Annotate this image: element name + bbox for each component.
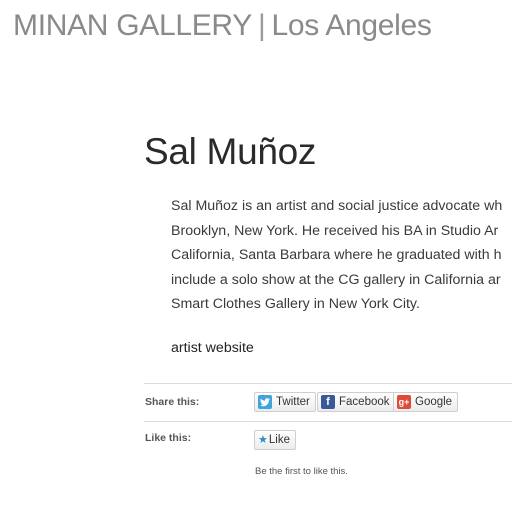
google-plus-icon: g+ — [397, 395, 411, 409]
twitter-icon — [258, 395, 272, 409]
gallery-name[interactable]: MINAN GALLERY — [13, 9, 252, 42]
bio-line: include a solo show at the CG gallery in… — [171, 271, 501, 288]
page-title: Sal Muñoz — [144, 131, 317, 172]
like-button[interactable]: ★ Like — [254, 430, 296, 450]
artist-bio: Sal Muñoz is an artist and social justic… — [171, 194, 512, 317]
gallery-location: Los Angeles — [271, 9, 432, 42]
facebook-icon: f — [321, 395, 335, 409]
share-label: Share this: — [145, 396, 200, 408]
bio-line: Smart Clothes Gallery in New York City. — [171, 296, 420, 312]
divider — [144, 421, 512, 422]
star-icon: ★ — [258, 434, 268, 446]
first-to-like-text: Be the first to like this. — [255, 466, 348, 477]
twitter-share-button[interactable]: Twitter — [254, 392, 316, 412]
twitter-label: Twitter — [276, 396, 310, 408]
google-share-button[interactable]: g+ Google — [393, 392, 459, 412]
google-label: Google — [415, 396, 453, 408]
facebook-label: Facebook — [339, 396, 390, 408]
divider — [144, 383, 512, 384]
header-separator: | — [257, 9, 266, 42]
like-button-label: Like — [268, 434, 290, 446]
artist-website-link[interactable]: artist website — [171, 338, 254, 358]
bio-line: California, Santa Barbara where he gradu… — [171, 247, 502, 263]
site-header[interactable]: MINAN GALLERY | Los Angeles — [13, 8, 432, 44]
like-label: Like this: — [145, 432, 192, 444]
facebook-share-button[interactable]: f Facebook — [317, 392, 396, 412]
bio-line: Sal Muñoz is an artist and social justic… — [171, 198, 503, 214]
bio-line: Brooklyn, New York. He received his BA i… — [171, 222, 499, 239]
